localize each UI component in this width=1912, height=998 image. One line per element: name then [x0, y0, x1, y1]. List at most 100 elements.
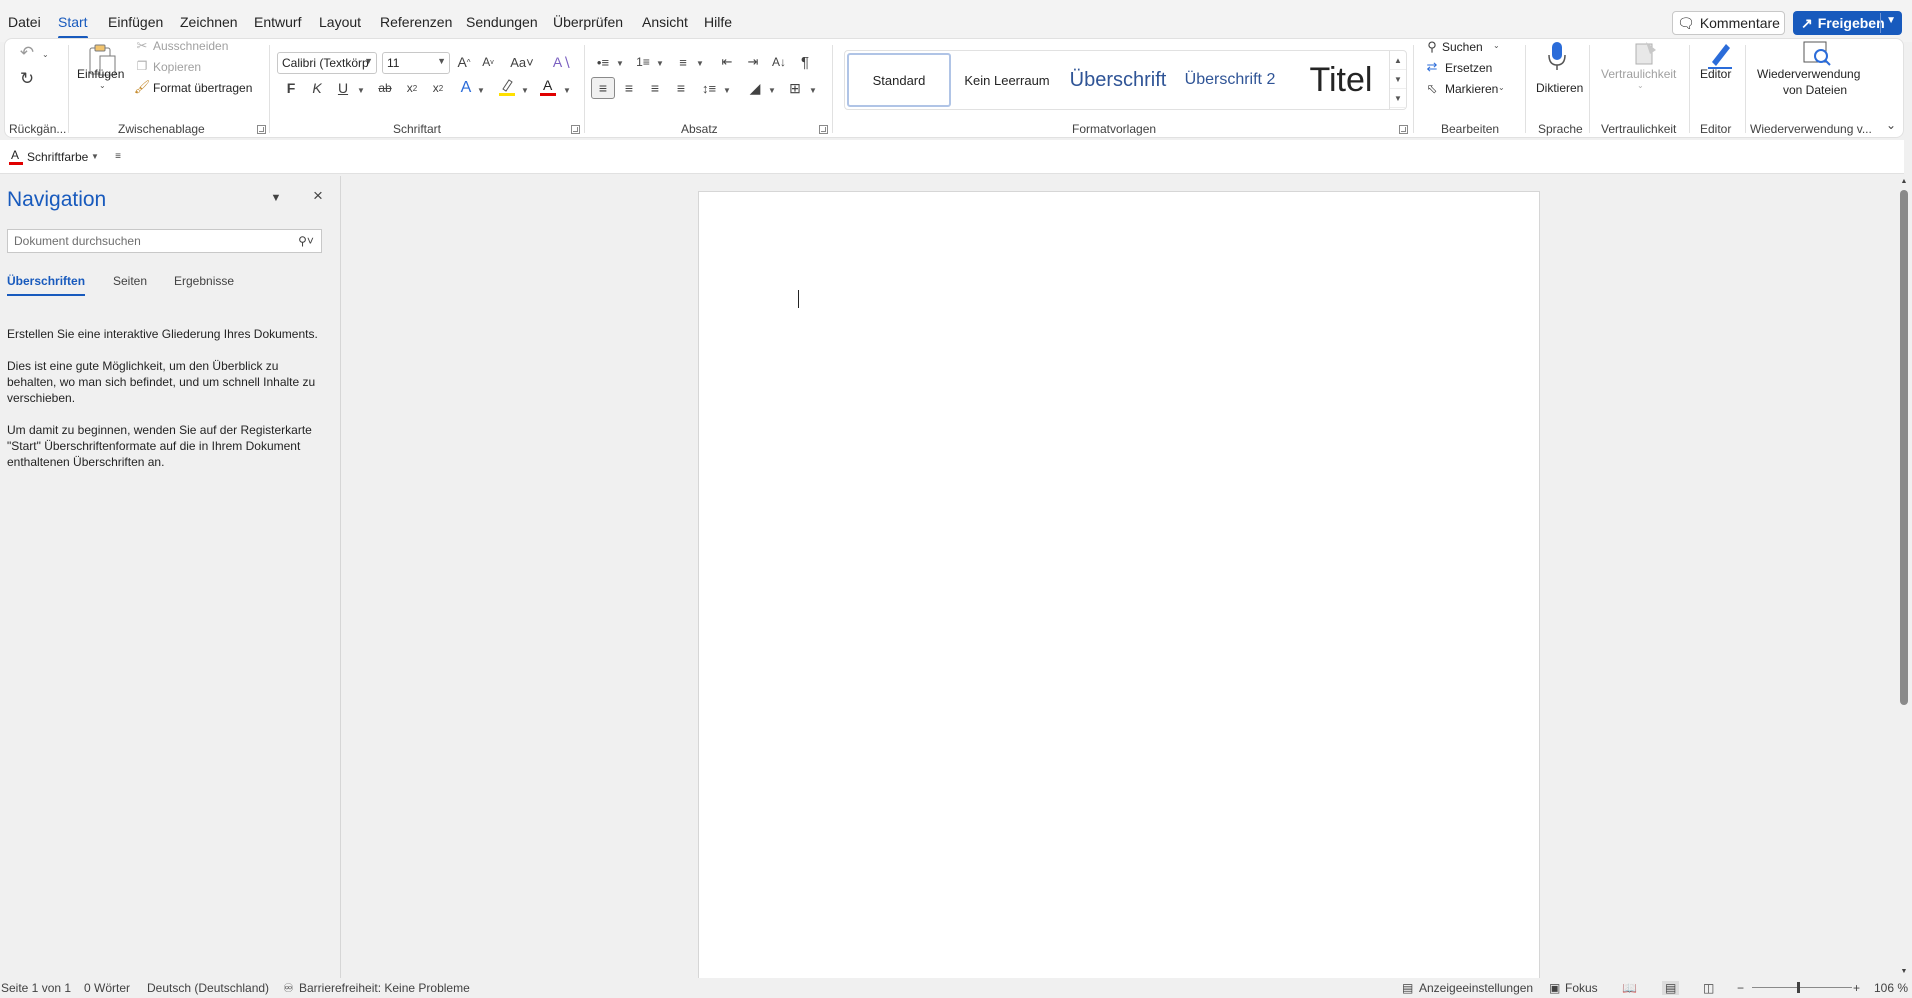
zoom-slider[interactable] — [1752, 987, 1852, 988]
gallery-more-icon[interactable]: ▼ — [1390, 89, 1406, 108]
line-spacing-chevron-down-icon[interactable]: ▼ — [723, 86, 731, 95]
undo-chevron-down-icon[interactable]: ⌄ — [42, 50, 49, 59]
gallery-up-icon[interactable]: ▲ — [1390, 51, 1406, 70]
replace-label[interactable]: Ersetzen — [1445, 61, 1492, 75]
multilevel-list-icon[interactable]: ≡ — [673, 53, 693, 71]
tab-seiten[interactable]: Seiten — [113, 274, 147, 288]
zoom-slider-thumb[interactable] — [1797, 982, 1800, 993]
web-layout-icon[interactable]: ◫ — [1703, 981, 1714, 995]
select-label[interactable]: Markieren — [1445, 82, 1498, 96]
font-color-icon[interactable]: A — [539, 77, 557, 97]
page-count[interactable]: Seite 1 von 1 — [1, 981, 71, 995]
find-chevron-down-icon[interactable]: ⌄ — [1493, 41, 1500, 50]
tab-layout[interactable]: Layout — [319, 14, 361, 30]
search-icon[interactable]: ⚲ — [1423, 39, 1441, 55]
tab-zeichnen[interactable]: Zeichnen — [180, 14, 238, 30]
font-color-chevron-down-icon[interactable]: ▼ — [563, 86, 571, 95]
print-layout-icon[interactable]: ▤ — [1662, 981, 1680, 995]
justify-icon[interactable]: ≡ — [671, 79, 691, 97]
increase-indent-icon[interactable]: ⇥ — [743, 53, 763, 71]
close-icon[interactable]: × — [309, 186, 327, 205]
tab-referenzen[interactable]: Referenzen — [380, 14, 452, 30]
search-icon[interactable]: ⚲˅ — [294, 232, 318, 250]
sort-icon[interactable]: A↓ — [769, 53, 789, 71]
scroll-down-icon[interactable]: ▼ — [1899, 966, 1909, 976]
font-size-combo[interactable]: 11 ▼ — [382, 52, 450, 74]
redo-icon[interactable]: ↻ — [17, 69, 37, 89]
navigation-options-chevron-icon[interactable]: ▼ — [268, 190, 284, 206]
format-painter-label[interactable]: Format übertragen — [153, 81, 252, 95]
format-painter-icon[interactable]: 🖌 — [134, 79, 151, 94]
borders-icon[interactable]: ⊞ — [785, 79, 805, 97]
replace-icon[interactable]: ⇄ — [1423, 59, 1441, 75]
style-ueberschrift[interactable]: Überschrift — [1063, 53, 1173, 107]
multilevel-list-chevron-down-icon[interactable]: ▼ — [696, 59, 704, 68]
line-spacing-icon[interactable]: ↕≡ — [699, 79, 719, 97]
display-settings-label[interactable]: Anzeigeeinstellungen — [1419, 981, 1533, 995]
read-mode-icon[interactable]: 📖 — [1622, 981, 1637, 995]
change-case-icon[interactable]: Aa˅ — [507, 53, 537, 71]
numbering-chevron-down-icon[interactable]: ▼ — [656, 59, 664, 68]
subscript-icon[interactable]: x2 — [403, 79, 421, 97]
shrink-font-icon[interactable]: Av — [479, 53, 497, 71]
comments-button[interactable]: 🗨 Kommentare — [1672, 11, 1785, 35]
document-page[interactable] — [698, 191, 1540, 991]
shading-icon[interactable]: ◢ — [745, 79, 765, 97]
customize-qat-icon[interactable]: ≡ — [110, 148, 126, 164]
vertical-scrollbar[interactable]: ▲ ▼ — [1896, 176, 1912, 978]
paste-chevron-down-icon[interactable]: ⌄ — [99, 81, 106, 90]
decrease-indent-icon[interactable]: ⇤ — [717, 53, 737, 71]
zoom-in-icon[interactable]: + — [1853, 981, 1860, 995]
tab-hilfe[interactable]: Hilfe — [704, 14, 732, 30]
tab-datei[interactable]: Datei — [8, 14, 41, 30]
gallery-down-icon[interactable]: ▼ — [1390, 70, 1406, 89]
style-standard[interactable]: Standard — [847, 53, 951, 107]
reuse-label-line2[interactable]: von Dateien — [1783, 83, 1847, 97]
font-color-qat-label[interactable]: Schriftfarbe — [27, 150, 88, 164]
paragraph-dialog-launcher-icon[interactable] — [819, 125, 828, 134]
focus-label[interactable]: Fokus — [1565, 981, 1598, 995]
editor-label[interactable]: Editor — [1700, 67, 1731, 81]
find-label[interactable]: Suchen — [1442, 40, 1483, 54]
highlight-icon[interactable] — [498, 77, 516, 97]
tab-start[interactable]: Start — [58, 14, 88, 39]
align-right-icon[interactable]: ≡ — [645, 79, 665, 97]
italic-button[interactable]: K — [309, 79, 325, 97]
scrollbar-thumb[interactable] — [1900, 190, 1908, 705]
reuse-label-line1[interactable]: Wiederverwendung — [1757, 67, 1860, 81]
tab-entwurf[interactable]: Entwurf — [254, 14, 301, 30]
tab-ergebnisse[interactable]: Ergebnisse — [174, 274, 234, 288]
style-kein-leerraum[interactable]: Kein Leerraum — [957, 53, 1057, 107]
show-formatting-marks-icon[interactable]: ¶ — [795, 53, 815, 71]
reuse-files-icon[interactable] — [1801, 39, 1833, 67]
underline-chevron-down-icon[interactable]: ▼ — [357, 86, 365, 95]
tab-ueberpruefen[interactable]: Überprüfen — [553, 14, 623, 30]
scroll-up-icon[interactable]: ▲ — [1899, 176, 1909, 186]
style-ueberschrift-2[interactable]: Überschrift 2 — [1175, 53, 1285, 107]
styles-dialog-launcher-icon[interactable] — [1399, 125, 1408, 134]
font-color-icon[interactable]: A — [8, 148, 24, 166]
font-dialog-launcher-icon[interactable] — [571, 125, 580, 134]
language-status[interactable]: Deutsch (Deutschland) — [147, 981, 269, 995]
tab-ueberschriften[interactable]: Überschriften — [7, 274, 86, 296]
numbering-icon[interactable]: 1≡ — [633, 53, 653, 71]
navigation-search-input[interactable]: Dokument durchsuchen — [7, 229, 322, 253]
undo-icon[interactable]: ↶ — [17, 43, 37, 63]
bold-button[interactable]: F — [283, 79, 299, 97]
font-color-qat-chevron-down-icon[interactable]: ▼ — [91, 152, 99, 161]
accessibility-status[interactable]: Barrierefreiheit: Keine Probleme — [299, 981, 470, 995]
dictate-label[interactable]: Diktieren — [1536, 81, 1583, 95]
shading-chevron-down-icon[interactable]: ▼ — [768, 86, 776, 95]
grow-font-icon[interactable]: A ^ — [455, 53, 473, 71]
text-effects-icon[interactable]: A — [457, 79, 475, 97]
word-count[interactable]: 0 Wörter — [84, 981, 130, 995]
font-name-combo[interactable]: Calibri (Textkörp ▼ — [277, 52, 377, 74]
bullets-chevron-down-icon[interactable]: ▼ — [616, 59, 624, 68]
select-cursor-icon[interactable]: ⬁ — [1423, 81, 1441, 97]
text-effects-chevron-down-icon[interactable]: ▼ — [477, 86, 485, 95]
underline-button[interactable]: U — [335, 79, 351, 97]
share-chevron-down-icon[interactable]: ▼ — [1886, 15, 1896, 26]
collapse-ribbon-chevron-icon[interactable]: ⌄ — [1883, 117, 1899, 133]
clear-formatting-icon[interactable]: A∖ — [553, 53, 571, 71]
zoom-level[interactable]: 106 % — [1874, 981, 1908, 995]
